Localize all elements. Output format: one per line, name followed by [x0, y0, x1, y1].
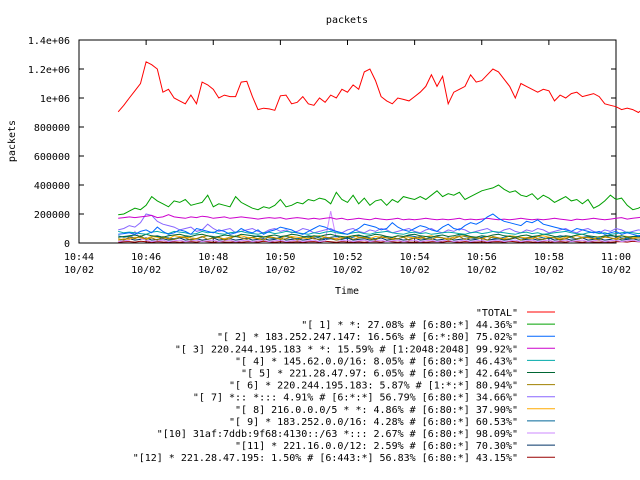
x-tick-date-label: 10/02: [332, 265, 362, 276]
legend-label: "[11] * 221.16.0.0/12: 2.59% # [6:80:*] …: [235, 441, 518, 452]
x-tick-label: 10:52: [332, 252, 362, 263]
legend: "TOTAL""[ 1] * *: 27.08% # [6:80:*] 44.3…: [133, 308, 555, 464]
x-tick-date-label: 10/02: [64, 265, 94, 276]
y-tick-label: 1e+06: [40, 94, 70, 105]
y-tick-label: 200000: [34, 210, 70, 221]
x-tick-label: 10:44: [64, 252, 94, 263]
legend-label: "[ 2] * 183.252.247.147: 16.56% # [6:*:8…: [217, 332, 518, 343]
x-tick-date-label: 10/02: [265, 265, 295, 276]
series-line: [118, 240, 640, 243]
legend-label: "[ 9] * 183.252.0.0/16: 4.28% # [6:80:*]…: [229, 417, 518, 428]
y-axis-label: packets: [7, 120, 18, 162]
x-tick-label: 11:00: [601, 252, 631, 263]
y-tick-label: 1.2e+06: [28, 65, 70, 76]
x-tick-date-label: 10/02: [534, 265, 564, 276]
y-axis: 0 200000 400000 600000 800000 1e+06 1.2e+06 1.4…: [28, 36, 616, 250]
x-tick-date-label: 10/02: [601, 265, 631, 276]
x-tick-label: 10:58: [534, 252, 564, 263]
x-axis-label: Time: [335, 286, 359, 297]
y-tick-label: 400000: [34, 181, 70, 192]
y-tick-label: 800000: [34, 123, 70, 134]
x-tick-date-label: 10/02: [400, 265, 430, 276]
series-line: [118, 214, 640, 222]
legend-label: "[ 7] *:: *::: 4.91% # [6:*:*] 56.79% [6…: [193, 393, 518, 404]
x-tick-label: 10:54: [400, 252, 430, 263]
legend-label: "[ 8] 216.0.0.0/5 * *: 4.86% # [6:80:*] …: [235, 405, 518, 416]
packets-line-chart: packets packets Time 0 200000 400000 600000…: [7, 15, 640, 464]
x-tick-date-label: 10/02: [198, 265, 228, 276]
legend-label: "[10] 31af:7ddb:9f68:4130::/63 *::: 2.67…: [157, 429, 518, 440]
legend-label: "[ 3] 220.244.195.183 * *: 15.59% # [1:2…: [175, 344, 518, 355]
y-tick-label: 0: [64, 239, 70, 250]
x-tick-label: 10:48: [198, 252, 228, 263]
series-lines: [117, 61, 640, 243]
legend-label: "[12] * 221.28.47.195: 1.50% # [6:443:*]…: [133, 453, 518, 464]
legend-label: "[ 4] * 145.62.0.0/16: 8.05% # [6:80:*] …: [235, 356, 518, 367]
x-tick-label: 10:50: [265, 252, 295, 263]
legend-label: "[ 6] * 220.244.195.183: 5.87% # [1:*:*]…: [229, 381, 518, 392]
x-tick-date-label: 10/02: [467, 265, 497, 276]
series-line: [118, 184, 640, 216]
legend-label: "TOTAL": [476, 308, 518, 319]
x-tick-date-label: 10/02: [131, 265, 161, 276]
x-tick-label: 10:46: [131, 252, 161, 263]
chart-title: packets: [326, 15, 368, 26]
legend-label: "[ 1] * *: 27.08% # [6:80:*] 44.36%": [301, 320, 518, 331]
x-tick-label: 10:56: [467, 252, 497, 263]
legend-label: "[ 5] * 221.28.47.97: 6.05% # [6:80:*] 4…: [241, 369, 518, 380]
series-line: [117, 61, 640, 114]
y-tick-label: 600000: [34, 152, 70, 163]
plot-area-border: [78, 39, 617, 244]
series-line: [118, 213, 640, 234]
y-tick-label: 1.4e+06: [28, 36, 70, 47]
